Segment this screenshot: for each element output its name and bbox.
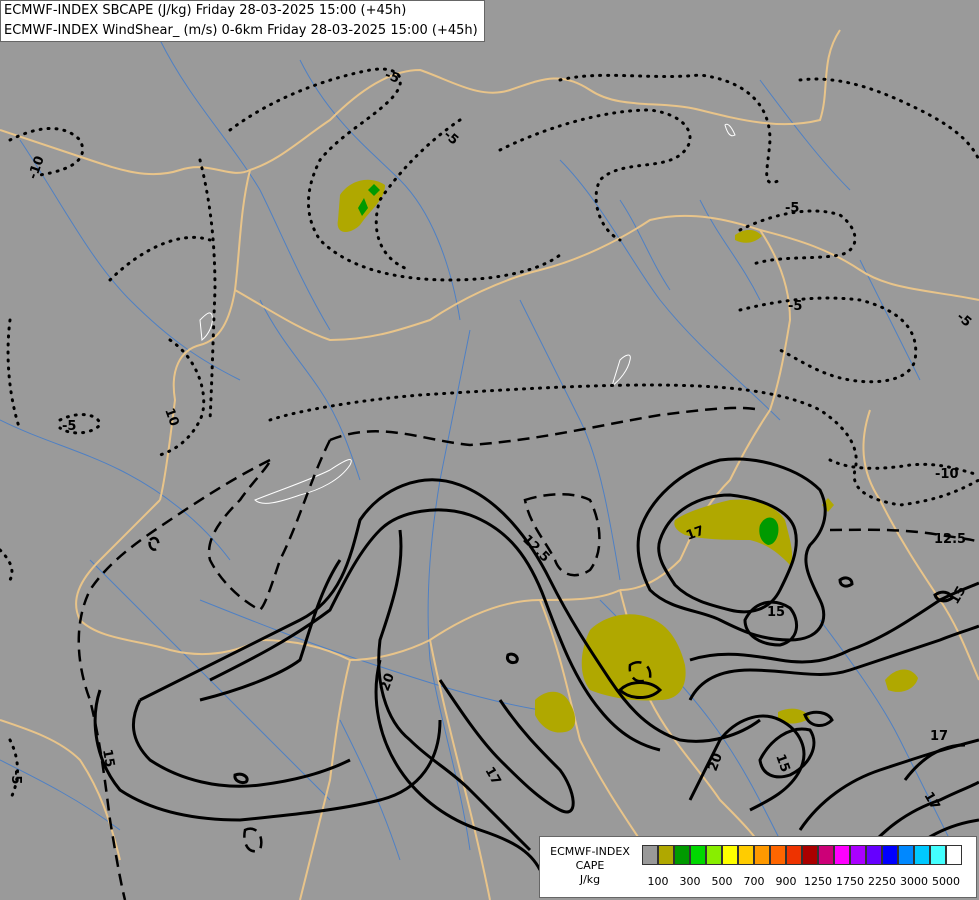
legend-swatch <box>738 845 754 865</box>
legend-swatch <box>898 845 914 865</box>
legend-title-source: ECMWF-INDEX <box>550 845 630 858</box>
legend-tick-label: 3000 <box>900 875 928 888</box>
contour-label: 15 <box>772 752 792 774</box>
legend-swatch <box>834 845 850 865</box>
legend-tick-labels: 100 300 500 700 900 1250 1750 2250 3000 5000 <box>642 875 972 889</box>
legend-title-variable: CAPE <box>575 859 605 872</box>
legend-swatch <box>914 845 930 865</box>
contour-label: -5 <box>440 128 461 149</box>
lakes <box>199 123 736 504</box>
cape-legend: ECMWF-INDEX CAPE J/kg 100 300 500 700 900 125… <box>539 836 977 898</box>
legend-swatch <box>866 845 882 865</box>
contour-label: 20 <box>706 751 726 773</box>
legend-tick-label: 100 <box>647 875 669 888</box>
legend-swatch <box>930 845 946 865</box>
contour-label: -10 <box>935 467 959 482</box>
legend-tick-label: 500 <box>711 875 733 888</box>
solid-contours <box>93 457 979 871</box>
contour-labels: -5 -5 -5 -5 -5 -10 -10 -5 -5 12.5 12.5 1… <box>8 0 974 813</box>
map-title-box: ECMWF-INDEX SBCAPE (J/kg) Friday 28-03-2… <box>0 0 485 42</box>
cape-area <box>735 229 762 243</box>
contour-label: -10 <box>26 154 48 181</box>
legend-unit: J/kg <box>579 873 601 886</box>
contour-label: 17 <box>482 765 504 788</box>
contour-label: 17 <box>930 729 948 744</box>
legend-swatch <box>690 845 706 865</box>
contour-label: 10 <box>161 406 181 428</box>
legend-swatch <box>946 845 962 865</box>
legend-swatch <box>770 845 786 865</box>
legend-swatch <box>706 845 722 865</box>
contour-label: -5 <box>953 310 974 331</box>
cape-area <box>885 669 918 692</box>
legend-swatch <box>802 845 818 865</box>
contour-label: 12.5 <box>934 532 966 547</box>
title-line-cape: ECMWF-INDEX SBCAPE (J/kg) Friday 28-03-2… <box>4 3 407 18</box>
legend-tick-label: 1750 <box>836 875 864 888</box>
legend-swatch <box>642 845 658 865</box>
contour-label: -5 <box>788 299 802 314</box>
contour-label: 17 <box>921 790 943 813</box>
legend-tick-label: 1250 <box>804 875 832 888</box>
legend-swatch <box>658 845 674 865</box>
cape-area <box>581 614 686 701</box>
legend-swatch <box>722 845 738 865</box>
legend-label: ECMWF-INDEX CAPE J/kg <box>540 845 640 887</box>
weather-map: -5 -5 -5 -5 -5 -10 -10 -5 -5 12.5 12.5 1… <box>0 0 979 900</box>
contour-label: -5 <box>62 419 76 434</box>
contour-label: -5 <box>8 770 23 784</box>
contour-label: 15 <box>767 605 785 620</box>
legend-swatch <box>818 845 834 865</box>
legend-tick-label: 5000 <box>932 875 960 888</box>
legend-tick-label: 900 <box>775 875 797 888</box>
title-line-windshear: ECMWF-INDEX WindShear_ (m/s) 0-6km Frida… <box>4 23 478 38</box>
legend-tick-label: 2250 <box>868 875 896 888</box>
legend-swatch <box>674 845 690 865</box>
legend-swatch <box>882 845 898 865</box>
legend-swatch <box>754 845 770 865</box>
legend-color-scale <box>642 845 962 865</box>
contour-label: 15 <box>99 748 117 768</box>
legend-swatch <box>786 845 802 865</box>
legend-tick-label: 300 <box>679 875 701 888</box>
contour-label: -5 <box>785 201 799 216</box>
legend-swatch <box>850 845 866 865</box>
dotted-contours <box>0 67 979 802</box>
cape-areas <box>337 179 918 733</box>
legend-tick-label: 700 <box>743 875 765 888</box>
